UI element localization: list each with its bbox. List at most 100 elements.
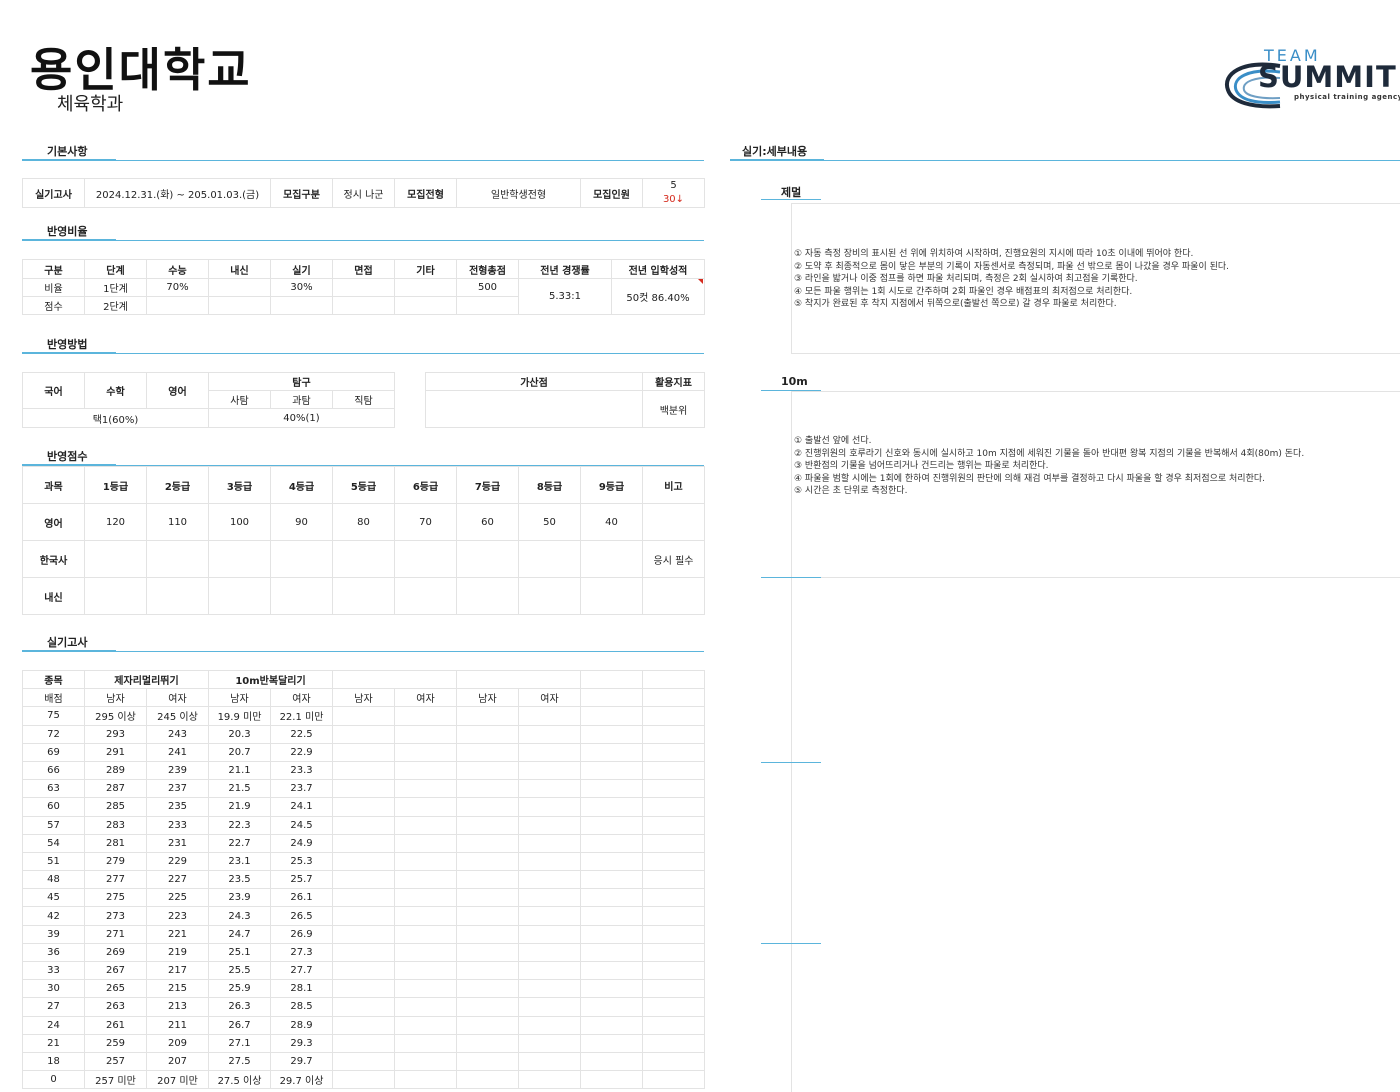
empty-cell bbox=[642, 888, 705, 908]
points-cell: 42 bbox=[22, 906, 85, 926]
ratio-header-cell: 면접 bbox=[332, 259, 395, 279]
record-cell: 27.5 bbox=[208, 1051, 271, 1072]
score-cell bbox=[146, 540, 209, 578]
empty-cell bbox=[332, 924, 395, 944]
indicator-value: 백분위 bbox=[642, 390, 705, 428]
points-cell: 45 bbox=[22, 888, 85, 908]
empty-cell bbox=[332, 851, 395, 872]
empty-cell bbox=[580, 979, 643, 999]
points-cell: 69 bbox=[22, 742, 85, 762]
empty-cell bbox=[394, 997, 457, 1017]
empty-cell bbox=[394, 906, 457, 926]
empty-cell bbox=[580, 1070, 643, 1090]
empty-cell bbox=[580, 760, 643, 781]
practical-row: 72 293 243 20.3 22.5 bbox=[22, 724, 705, 744]
score-cell: 40 bbox=[580, 503, 643, 541]
record-cell: 281 bbox=[84, 833, 147, 853]
ratio-cell bbox=[208, 296, 271, 315]
empty-cell bbox=[394, 1051, 457, 1072]
empty-cell bbox=[456, 797, 519, 817]
points-cell: 0 bbox=[22, 1070, 85, 1090]
empty-cell bbox=[332, 724, 395, 744]
record-cell: 27.5 이상 bbox=[208, 1070, 271, 1090]
points-cell: 39 bbox=[22, 924, 85, 944]
empty-cell bbox=[332, 960, 395, 981]
run-rule-line: ③ 반환점의 기물을 넘어뜨리거나 건드리는 행위는 파울로 처리한다. bbox=[794, 461, 1049, 472]
ratio-header-cell: 전년 입학성적 bbox=[611, 259, 705, 279]
empty-detail-box bbox=[791, 763, 792, 943]
score-cell bbox=[394, 540, 457, 578]
empty-cell bbox=[518, 742, 581, 762]
empty-cell bbox=[518, 1033, 581, 1053]
empty-cell bbox=[580, 815, 643, 835]
score-header-cell: 4등급 bbox=[270, 466, 333, 504]
jump-rule-line: ④ 모든 파울 행위는 1회 시도로 간주하며 2회 파울인 경우 배점표의 최… bbox=[794, 286, 1133, 297]
practical-row: 60 285 235 21.9 24.1 bbox=[22, 797, 705, 817]
record-cell: 22.5 bbox=[270, 724, 333, 744]
empty-cell bbox=[518, 797, 581, 817]
admission-value: 50컷 86.40% bbox=[611, 278, 705, 315]
ratio-cell bbox=[394, 296, 457, 315]
empty-cell bbox=[394, 742, 457, 762]
empty-cell bbox=[642, 906, 705, 926]
male-label: 남자 bbox=[208, 688, 271, 708]
record-cell: 219 bbox=[146, 942, 209, 963]
empty-cell bbox=[332, 1015, 395, 1035]
jump-rule-line: ② 도약 후 최종적으로 몸이 닿은 부분의 기록이 자동센서로 측정되며, 파… bbox=[794, 261, 1230, 272]
empty-cell bbox=[580, 1015, 643, 1035]
points-cell: 57 bbox=[22, 815, 85, 835]
female-label: 여자 bbox=[146, 688, 209, 708]
empty-cell bbox=[394, 1033, 457, 1053]
empty-cell bbox=[456, 888, 519, 908]
empty-cell bbox=[332, 797, 395, 817]
empty-cell bbox=[394, 833, 457, 853]
score-header-cell: 5등급 bbox=[332, 466, 395, 504]
ratio-table: 구분 단계 수능 내신 실기 면접 기타 전형총점 전년 경쟁률 전년 입학성적… bbox=[22, 259, 705, 315]
record-cell: 22.7 bbox=[208, 833, 271, 853]
quota-before: 5 bbox=[670, 180, 677, 191]
record-cell: 259 bbox=[84, 1033, 147, 1053]
record-cell: 22.3 bbox=[208, 815, 271, 835]
department-name: 체육학과 bbox=[57, 94, 124, 115]
record-cell: 25.1 bbox=[208, 942, 271, 963]
record-cell: 269 bbox=[84, 942, 147, 963]
basic-info-table: 실기고사 2024.12.31.(화) ~ 205.01.03.(금) 모집구분… bbox=[22, 178, 705, 208]
practical-row: 33 267 217 25.5 27.7 bbox=[22, 960, 705, 981]
points-cell: 66 bbox=[22, 760, 85, 781]
method-inquiry: 탐구 bbox=[207, 372, 396, 391]
score-cell bbox=[456, 540, 519, 578]
practical-row: 66 289 239 21.1 23.3 bbox=[22, 760, 705, 781]
empty-cell bbox=[394, 870, 457, 890]
method-inquiry-value: 40%(1) bbox=[207, 408, 396, 428]
score-cell: 70 bbox=[394, 503, 457, 541]
method-math: 수학 bbox=[84, 372, 147, 409]
record-cell: 27.7 bbox=[270, 960, 333, 981]
empty-cell bbox=[394, 851, 457, 872]
empty-cell bbox=[394, 760, 457, 781]
record-cell: 21.9 bbox=[208, 797, 271, 817]
empty-cell bbox=[518, 906, 581, 926]
method-social: 사탐 bbox=[208, 390, 271, 409]
male-label: 남자 bbox=[456, 688, 519, 708]
record-cell: 26.5 bbox=[270, 906, 333, 926]
record-cell: 229 bbox=[146, 851, 209, 872]
empty-cell bbox=[518, 942, 581, 963]
record-cell: 29.3 bbox=[270, 1033, 333, 1053]
empty-cell bbox=[394, 1015, 457, 1035]
event-empty bbox=[580, 669, 643, 690]
jump-title: 제멀 bbox=[781, 186, 802, 199]
score-cell: 100 bbox=[208, 503, 271, 541]
empty-cell bbox=[456, 942, 519, 963]
empty-cell bbox=[642, 979, 705, 999]
ratio-header-cell: 구분 bbox=[22, 259, 85, 279]
points-cell: 24 bbox=[22, 1015, 85, 1035]
empty-cell bbox=[394, 797, 457, 817]
score-cell: 50 bbox=[518, 503, 581, 541]
empty-cell bbox=[518, 1015, 581, 1035]
empty-cell bbox=[456, 742, 519, 762]
score-cell bbox=[642, 577, 705, 615]
empty-cell bbox=[394, 979, 457, 999]
score-cell bbox=[518, 577, 581, 615]
empty-cell bbox=[580, 870, 643, 890]
score-cell bbox=[208, 540, 271, 578]
